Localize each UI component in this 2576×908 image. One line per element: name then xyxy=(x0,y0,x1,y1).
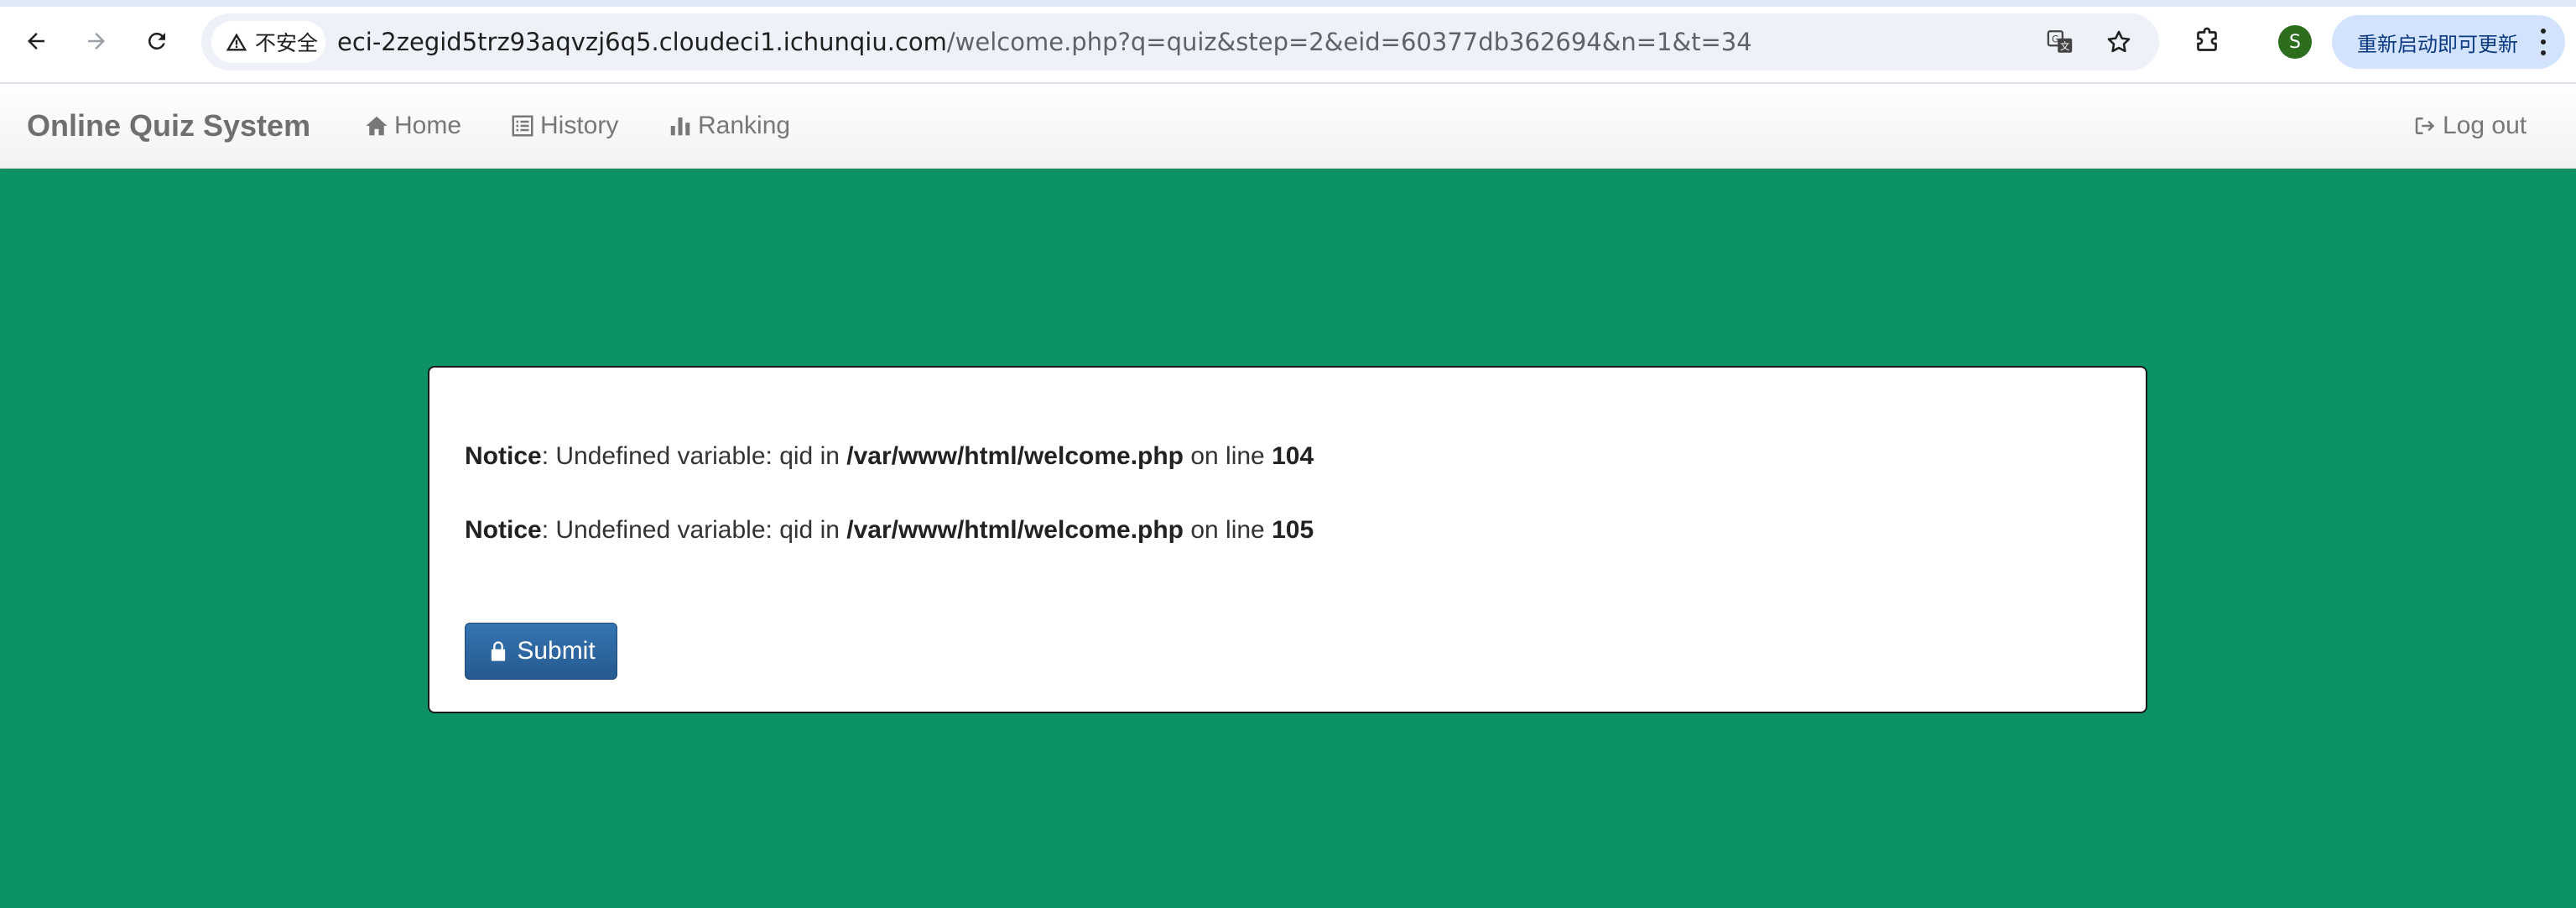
nav-ranking-label: Ranking xyxy=(698,112,791,139)
brand-title[interactable]: Online Quiz System xyxy=(27,107,310,144)
puzzle-icon xyxy=(2197,27,2217,51)
submit-button[interactable]: Submit xyxy=(465,623,617,680)
notice-mid: on line xyxy=(1184,516,1272,544)
notice-prefix: Notice xyxy=(465,516,542,544)
nav-logout-label: Log out xyxy=(2443,112,2527,139)
svg-text:文: 文 xyxy=(2060,40,2069,52)
list-icon xyxy=(512,115,533,137)
notice-file: /var/www/html/welcome.php xyxy=(846,516,1184,544)
security-indicator[interactable]: 不安全 xyxy=(211,21,325,63)
address-bar[interactable]: 不安全 eci-2zegid5trz93aqvzj6q5.cloudeci1.i… xyxy=(201,13,2159,70)
update-label: 重新启动即可更新 xyxy=(2357,32,2518,56)
profile-avatar[interactable]: S xyxy=(2278,25,2312,59)
log-out-icon xyxy=(2415,117,2435,134)
star-icon xyxy=(2107,30,2131,53)
bar-chart-icon xyxy=(670,117,690,136)
nav-history-label: History xyxy=(540,112,619,139)
notice-message: : Undefined variable: qid in xyxy=(541,442,847,470)
notice-message: : Undefined variable: qid in xyxy=(541,516,847,544)
url-path: /welcome.php?q=quiz&step=2&eid=60377db36… xyxy=(946,28,1752,56)
php-notice: Notice: Undefined variable: qid in /var/… xyxy=(465,514,1314,547)
extensions-button[interactable] xyxy=(2186,20,2228,62)
tab-strip-edge xyxy=(0,0,2576,7)
back-button[interactable] xyxy=(12,17,60,65)
translate-icon: G 文 xyxy=(2047,30,2073,53)
url-text[interactable]: eci-2zegid5trz93aqvzj6q5.cloudeci1.ichun… xyxy=(337,27,1752,57)
nav-home-label: Home xyxy=(394,112,462,139)
arrow-left-icon xyxy=(28,33,44,50)
security-label: 不安全 xyxy=(255,31,319,55)
home-icon xyxy=(366,116,388,136)
reload-icon xyxy=(148,32,165,50)
notice-prefix: Notice xyxy=(465,442,542,470)
notice-file: /var/www/html/welcome.php xyxy=(846,442,1184,470)
warning-icon xyxy=(226,33,247,51)
quiz-panel: Notice: Undefined variable: qid in /var/… xyxy=(428,366,2147,713)
more-menu-icon[interactable] xyxy=(2540,29,2547,55)
nav-history[interactable]: History xyxy=(510,109,618,143)
update-button[interactable]: 重新启动即可更新 xyxy=(2332,15,2565,69)
nav-home[interactable]: Home xyxy=(364,109,461,143)
url-host: eci-2zegid5trz93aqvzj6q5.cloudeci1.ichun… xyxy=(337,28,947,56)
forward-button[interactable] xyxy=(72,17,121,65)
notice-line: 105 xyxy=(1272,516,1314,544)
notice-line: 104 xyxy=(1272,442,1314,470)
bookmark-star-button[interactable] xyxy=(2102,25,2136,59)
reload-button[interactable] xyxy=(133,17,181,65)
submit-label: Submit xyxy=(517,637,596,665)
lock-icon xyxy=(492,641,506,661)
nav-ranking[interactable]: Ranking xyxy=(668,109,790,143)
php-notice: Notice: Undefined variable: qid in /var/… xyxy=(465,440,1314,473)
nav-logout[interactable]: Log out xyxy=(2412,109,2527,143)
translate-button[interactable]: G 文 xyxy=(2043,25,2077,59)
arrow-right-icon xyxy=(88,33,105,50)
browser-toolbar: 不安全 eci-2zegid5trz93aqvzj6q5.cloudeci1.i… xyxy=(0,0,2576,84)
notice-mid: on line xyxy=(1184,442,1272,470)
app-navbar: Online Quiz System Home History Ranking … xyxy=(0,84,2576,169)
